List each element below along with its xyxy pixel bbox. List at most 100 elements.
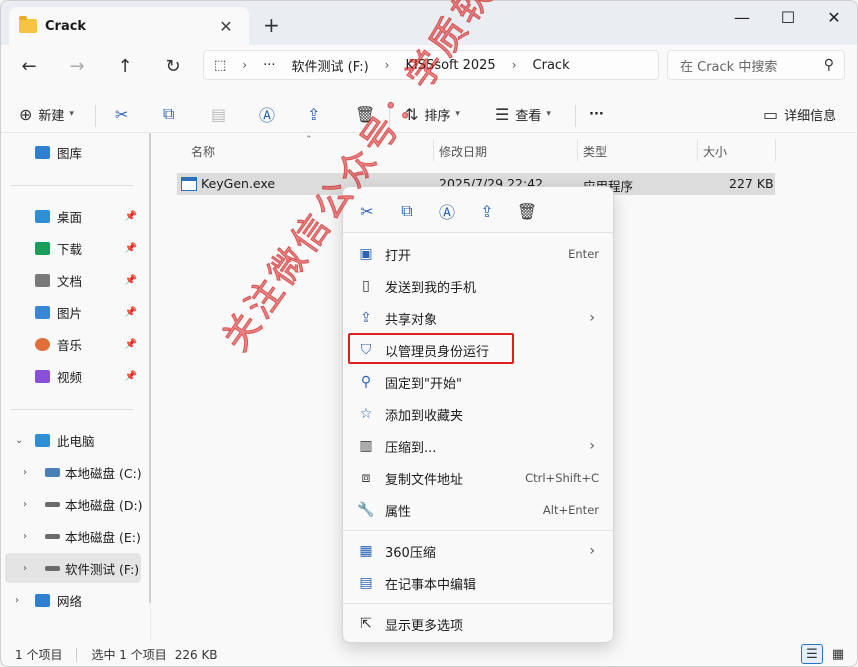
breadcrumb-overflow[interactable]: ··· (263, 58, 275, 73)
delete-icon[interactable]: 🗑 (515, 201, 539, 221)
details-view-button[interactable]: ☰ (801, 644, 823, 664)
rename-button[interactable]: Ⓐ (259, 103, 281, 125)
more-options-icon: ⇱ (360, 616, 372, 632)
more-button[interactable]: ··· (589, 103, 604, 125)
cut-button[interactable]: ✂ (115, 103, 134, 125)
new-tab-button[interactable]: + (263, 13, 280, 37)
sidebar-item-drive-c[interactable]: › 本地磁盘 (C:) (5, 457, 142, 487)
pin-icon[interactable]: 📌 (125, 243, 137, 254)
view-button[interactable]: ☰ 查看 ▾ (495, 103, 551, 125)
menu-item-properties[interactable]: 🔧 属性 Alt+Enter (347, 494, 609, 526)
menu-item-compress-to[interactable]: ▥ 压缩到... › (347, 430, 609, 462)
search-icon[interactable]: ⚲ (824, 57, 834, 73)
breadcrumb-separator[interactable]: › (385, 58, 390, 72)
maximize-button[interactable]: ☐ (765, 1, 811, 33)
paste-icon: ▤ (211, 104, 227, 124)
breadcrumb-crack[interactable]: Crack (533, 58, 570, 73)
new-button[interactable]: ⊕ 新建 ▾ (19, 103, 74, 125)
minimize-button[interactable]: — (719, 1, 765, 33)
up-button[interactable]: ↑ (111, 53, 139, 79)
share-button[interactable]: ⇪ (307, 103, 326, 125)
column-header-date[interactable]: 修改日期 (439, 143, 487, 160)
back-button[interactable]: ← (15, 53, 43, 79)
tiles-view-button[interactable]: ▦ (827, 644, 849, 664)
menu-item-add-to-favorites[interactable]: ☆ 添加到收藏夹 (347, 398, 609, 430)
breadcrumb-separator[interactable]: › (242, 58, 247, 72)
chevron-right-icon[interactable]: › (23, 563, 27, 574)
pin-icon[interactable]: 📌 (125, 307, 137, 318)
column-divider[interactable] (775, 139, 776, 161)
sidebar-item-documents[interactable]: 文档 📌 (5, 265, 141, 295)
chevron-right-icon[interactable]: › (23, 467, 27, 478)
tab-crack[interactable]: Crack ✕ (9, 7, 249, 45)
sidebar-item-pictures[interactable]: 图片 📌 (5, 297, 141, 327)
menu-item-copy-path[interactable]: ⧈ 复制文件地址 Ctrl+Shift+C (347, 462, 609, 494)
menu-item-share[interactable]: ⇪ 共享对象 › (347, 302, 609, 334)
search-input[interactable]: 在 Crack 中搜索 ⚲ (667, 50, 845, 80)
breadcrumb-drive-f[interactable]: 软件测试 (F:) (292, 56, 369, 75)
delete-button[interactable]: 🗑 (355, 103, 381, 125)
sidebar-item-label: 下载 (57, 241, 83, 257)
pc-icon[interactable]: ⬚ (214, 58, 226, 73)
rename-icon[interactable]: Ⓐ (435, 201, 459, 222)
paste-button[interactable]: ▤ (211, 103, 232, 125)
menu-item-send-to-phone[interactable]: ▯ 发送到我的手机 (347, 270, 609, 302)
sidebar-item-drive-f[interactable]: › 软件测试 (F:) (5, 553, 141, 583)
menu-item-show-more-options[interactable]: ⇱ 显示更多选项 (347, 608, 609, 640)
sidebar-item-label: 此电脑 (57, 433, 95, 449)
sidebar-item-downloads[interactable]: 下载 📌 (5, 233, 141, 263)
column-divider[interactable] (697, 139, 698, 161)
sidebar-item-label: 本地磁盘 (C:) (65, 465, 142, 481)
command-bar: ⊕ 新建 ▾ ✂ ⧉ ▤ Ⓐ ⇪ 🗑 ⇅ 排序 ▾ ☰ 查看 ▾ ··· ▭ 详… (1, 95, 857, 133)
sidebar-item-videos[interactable]: 视频 📌 (5, 361, 141, 391)
details-pane-button[interactable]: ▭ 详细信息 (763, 103, 836, 125)
breadcrumb-kisssoft[interactable]: KISSsoft 2025 (405, 58, 495, 73)
menu-item-run-as-admin[interactable]: ⛉ 以管理员身份运行 (347, 334, 609, 366)
sidebar-item-music[interactable]: 音乐 📌 (5, 329, 141, 359)
column-divider[interactable] (433, 139, 434, 161)
column-header-type[interactable]: 类型 (583, 143, 607, 160)
address-bar[interactable]: ⬚ › ··· 软件测试 (F:) › KISSsoft 2025 › Crac… (203, 50, 659, 80)
column-header-size[interactable]: 大小 (703, 143, 727, 160)
sidebar-scrollbar[interactable] (149, 133, 151, 603)
copy-icon: ⧉ (163, 104, 175, 123)
pin-icon[interactable]: 📌 (125, 275, 137, 286)
close-button[interactable]: ✕ (811, 1, 857, 33)
chevron-right-icon[interactable]: › (23, 531, 27, 542)
pin-icon[interactable]: 📌 (125, 371, 137, 382)
selection-size: 226 KB (174, 647, 218, 662)
sidebar-item-label: 图库 (57, 145, 83, 161)
sidebar-item-drive-e[interactable]: › 本地磁盘 (E:) (5, 521, 141, 551)
menu-item-open[interactable]: ▣ 打开 Enter (347, 238, 609, 270)
breadcrumb-separator[interactable]: › (512, 58, 517, 72)
menu-item-label: 在记事本中编辑 (385, 577, 477, 593)
toolbar-divider (575, 105, 576, 127)
copy-icon[interactable]: ⧉ (395, 201, 419, 221)
copy-button[interactable]: ⧉ (163, 103, 180, 125)
sort-button[interactable]: ⇅ 排序 ▾ (405, 103, 460, 125)
cut-icon[interactable]: ✂ (355, 201, 379, 221)
pin-icon[interactable]: 📌 (125, 211, 137, 222)
menu-item-edit-in-notepad[interactable]: ▤ 在记事本中编辑 (347, 567, 609, 599)
sidebar-item-gallery[interactable]: 图库 (5, 137, 141, 167)
sidebar-item-network[interactable]: › 网络 (5, 585, 141, 615)
pictures-icon (35, 305, 50, 319)
chevron-right-icon[interactable]: › (15, 595, 19, 606)
chevron-right-icon[interactable]: › (23, 499, 27, 510)
menu-item-360-compress[interactable]: ▦ 360压缩 › (347, 535, 609, 567)
column-header-name[interactable]: 名称 (191, 143, 215, 160)
sidebar-item-this-pc[interactable]: ⌄ 此电脑 (5, 425, 141, 455)
chevron-down-icon[interactable]: ⌄ (15, 435, 23, 446)
column-divider[interactable] (577, 139, 578, 161)
sidebar-item-drive-d[interactable]: › 本地磁盘 (D:) (5, 489, 143, 519)
item-count: 1 个项目 (15, 648, 63, 662)
context-menu: ✂ ⧉ Ⓐ ⇪ 🗑 ▣ 打开 Enter ▯ 发送到我的手机 ⇪ 共享对象 › … (342, 186, 614, 643)
refresh-button[interactable]: ↻ (159, 53, 187, 79)
menu-item-pin-to-start[interactable]: ⚲ 固定到"开始" (347, 366, 609, 398)
tab-close-icon[interactable]: ✕ (217, 17, 235, 36)
pin-icon[interactable]: 📌 (125, 339, 137, 350)
forward-button[interactable]: → (63, 53, 91, 79)
share-icon[interactable]: ⇪ (475, 201, 499, 221)
exe-file-icon (181, 177, 197, 191)
sidebar-item-desktop[interactable]: 桌面 📌 (5, 201, 141, 231)
